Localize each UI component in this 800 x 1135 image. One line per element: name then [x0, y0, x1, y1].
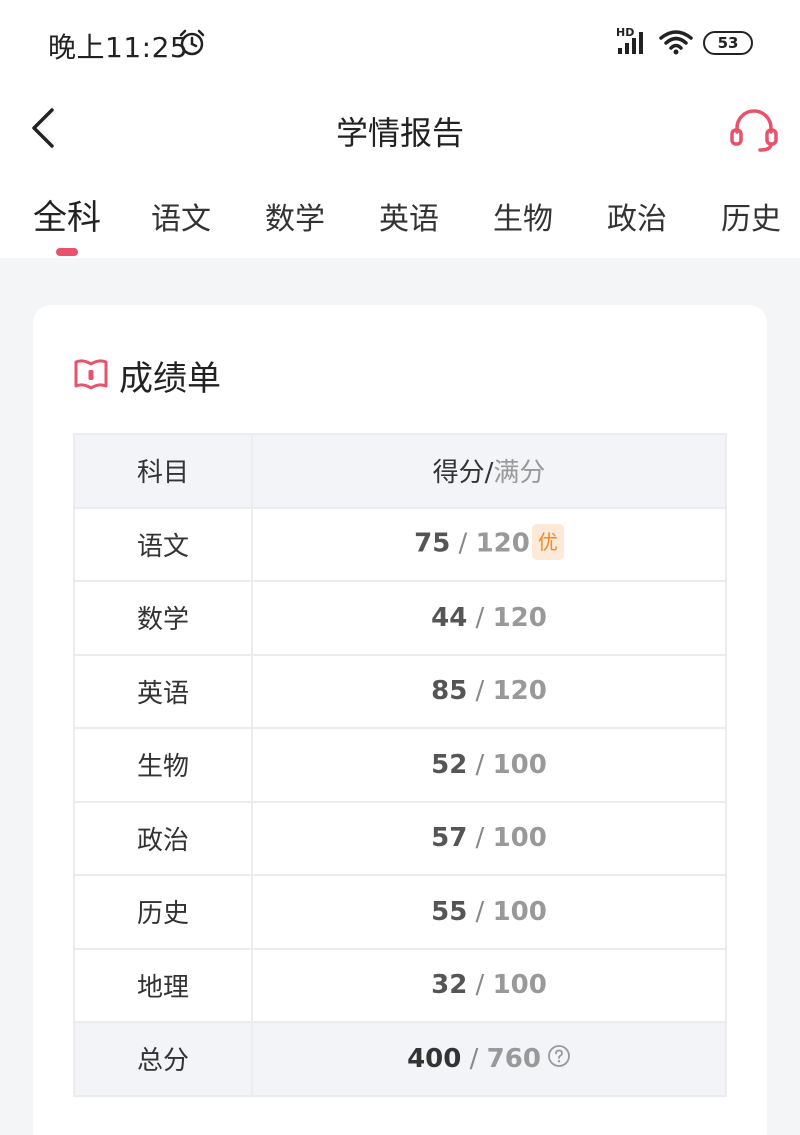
- full-score-value: 120: [492, 602, 547, 633]
- signal-icon: [618, 32, 643, 54]
- score-cell: 32 / 100: [251, 947, 727, 1023]
- score-separator: /: [467, 970, 493, 1001]
- tab-label: 政治: [607, 202, 667, 237]
- score-separator: /: [467, 749, 493, 780]
- subject-cell: 生物: [73, 727, 253, 803]
- page-title: 学情报告: [335, 114, 464, 152]
- column-header-subject: 科目: [73, 433, 253, 509]
- table-row: 历史 55 / 100: [73, 874, 727, 950]
- tab-math[interactable]: 数学: [250, 172, 340, 258]
- subject-cell: 语文: [73, 506, 253, 582]
- total-score-cell: 400 / 760: [251, 1021, 727, 1097]
- score-separator: /: [461, 1043, 487, 1074]
- alarm-icon: [179, 29, 205, 56]
- full-score-value: 100: [492, 970, 547, 1001]
- book-icon: [74, 359, 108, 390]
- wifi-icon: [659, 30, 693, 55]
- score-cell: 44 / 120: [251, 580, 727, 656]
- total-row: 总分 400 / 760: [73, 1021, 727, 1097]
- score-cell: 52 / 100: [251, 727, 727, 803]
- headset-icon[interactable]: [728, 106, 780, 154]
- battery-indicator: 53: [703, 31, 753, 55]
- tab-biology[interactable]: 生物: [478, 172, 568, 258]
- tab-label: 生物: [493, 202, 553, 237]
- grade-badge: 优: [531, 524, 564, 561]
- subject-cell: 历史: [73, 874, 253, 950]
- score-value: 85: [431, 676, 468, 707]
- score-value: 52: [431, 749, 468, 780]
- subject-tabs: 全科 语文 数学 英语 生物 政治 历史: [0, 172, 800, 258]
- full-score-value: 100: [492, 896, 547, 927]
- subject-cell: 数学: [73, 580, 253, 656]
- score-separator: /: [467, 823, 493, 854]
- score-value: 57: [431, 823, 468, 854]
- score-cell: 75 / 120 优: [251, 506, 727, 582]
- score-value: 75: [414, 528, 451, 559]
- report-card: 成绩单 科目 得分/满分 语文 75 / 120 优 数学 44 / 120 英语…: [33, 305, 767, 1135]
- full-score-value: 100: [492, 749, 547, 780]
- table-row: 地理 32 / 100: [73, 947, 727, 1023]
- full-score-value: 120: [475, 528, 530, 559]
- column-header-score: 得分/满分: [251, 433, 727, 509]
- score-separator: /: [467, 676, 493, 707]
- score-cell: 55 / 100: [251, 874, 727, 950]
- active-tab-indicator: [56, 248, 78, 256]
- score-value: 44: [431, 602, 468, 633]
- score-cell: 57 / 100: [251, 800, 727, 876]
- total-score-value: 400: [407, 1043, 462, 1074]
- tab-label: 数学: [265, 202, 325, 237]
- card-title: 成绩单: [119, 359, 221, 399]
- score-value: 55: [431, 896, 468, 927]
- tab-chinese[interactable]: 语文: [136, 172, 226, 258]
- tab-history[interactable]: 历史: [706, 172, 796, 258]
- tab-all-subjects[interactable]: 全科: [22, 172, 112, 258]
- header-full-label: 满分: [493, 458, 546, 489]
- tab-politics[interactable]: 政治: [592, 172, 682, 258]
- header-score-label: 得分: [432, 458, 485, 489]
- score-separator: /: [467, 602, 493, 633]
- battery-level: 53: [717, 34, 739, 52]
- score-separator: /: [450, 528, 476, 559]
- status-time: 晚上11:25: [48, 31, 189, 64]
- full-score-value: 120: [492, 676, 547, 707]
- full-score-value: 100: [492, 823, 547, 854]
- total-label-cell: 总分: [73, 1021, 253, 1097]
- score-separator: /: [467, 896, 493, 927]
- table-row: 英语 85 / 120: [73, 653, 727, 729]
- status-bar: 晚上11:25 HD 53: [0, 0, 800, 86]
- tab-label: 英语: [379, 202, 439, 237]
- subject-cell: 地理: [73, 947, 253, 1023]
- table-header-row: 科目 得分/满分: [73, 433, 727, 509]
- help-icon[interactable]: [547, 1044, 571, 1068]
- table-row: 政治 57 / 100: [73, 800, 727, 876]
- tab-label: 历史: [721, 202, 781, 237]
- score-table: 科目 得分/满分 语文 75 / 120 优 数学 44 / 120 英语 85 …: [73, 433, 727, 1097]
- table-row: 语文 75 / 120 优: [73, 506, 727, 582]
- score-cell: 85 / 120: [251, 653, 727, 729]
- subject-cell: 英语: [73, 653, 253, 729]
- subject-cell: 政治: [73, 800, 253, 876]
- table-row: 数学 44 / 120: [73, 580, 727, 656]
- app-header: 学情报告: [0, 86, 800, 172]
- tab-english[interactable]: 英语: [364, 172, 454, 258]
- tab-label: 语文: [151, 202, 211, 237]
- table-row: 生物 52 / 100: [73, 727, 727, 803]
- tab-label: 全科: [33, 198, 101, 238]
- total-full-score-value: 760: [486, 1043, 541, 1074]
- score-value: 32: [431, 970, 468, 1001]
